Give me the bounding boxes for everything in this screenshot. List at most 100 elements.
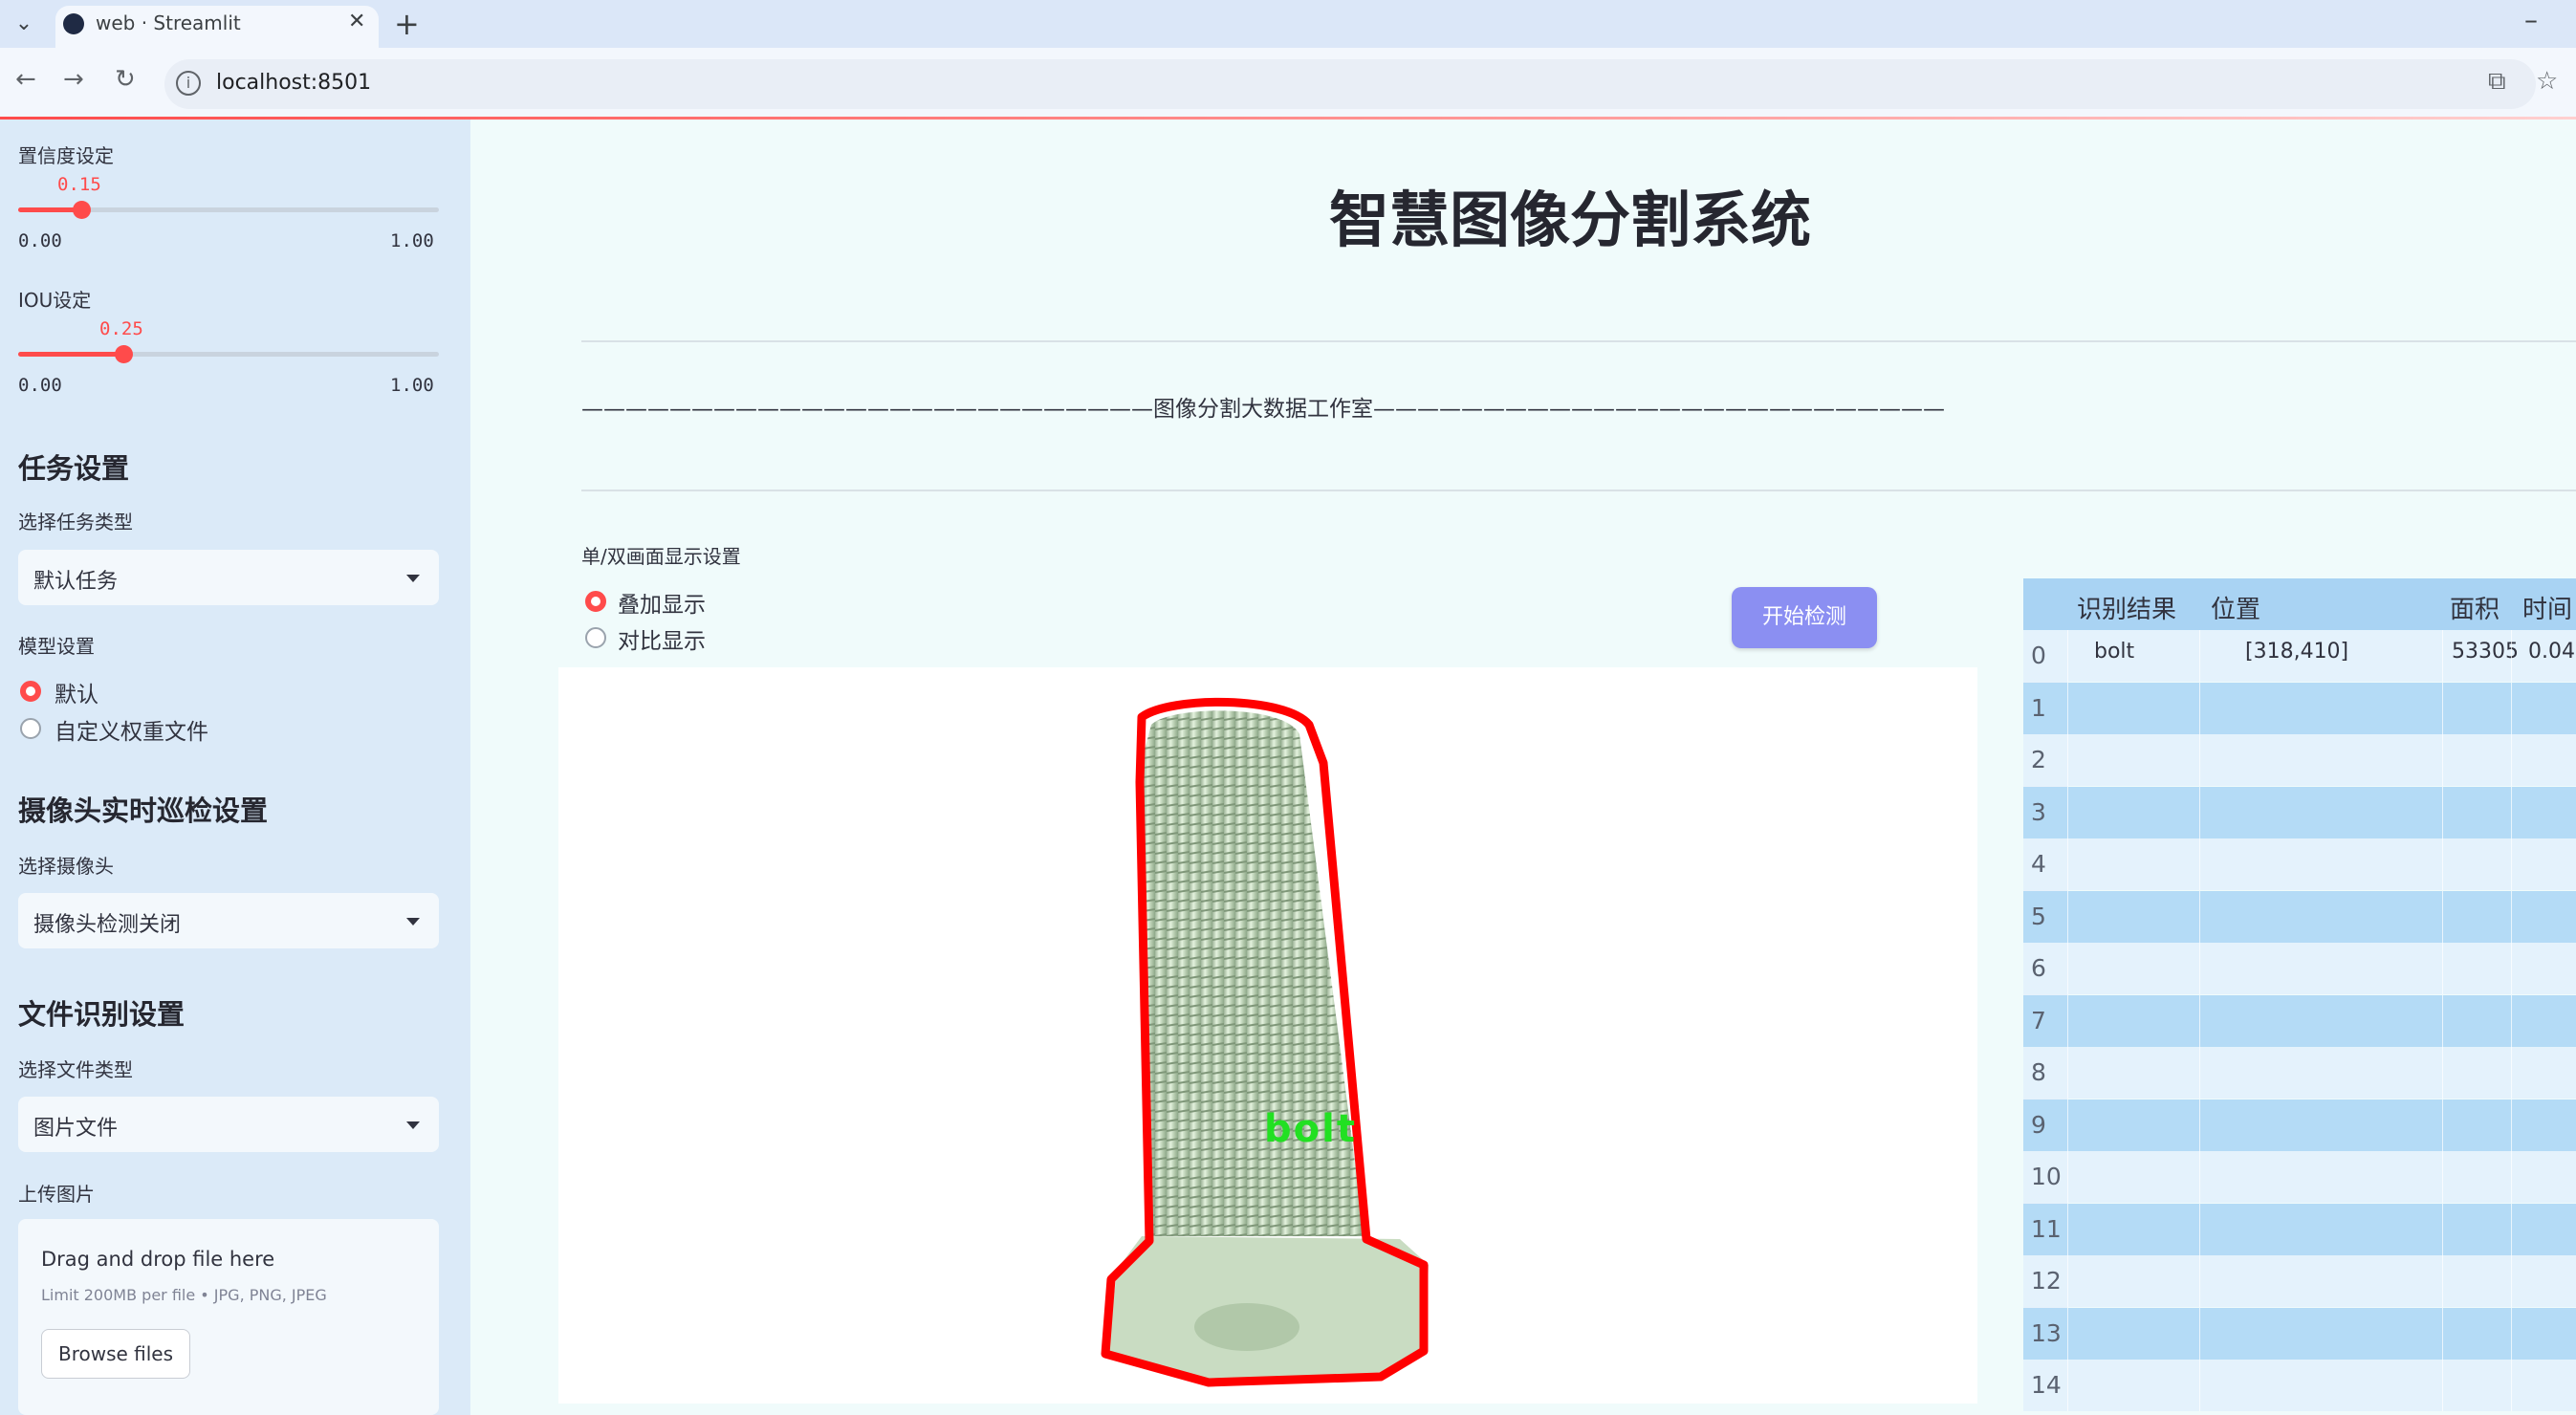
- table-row[interactable]: 11: [2023, 1203, 2576, 1255]
- column-divider: [2199, 786, 2200, 838]
- column-divider: [2442, 943, 2443, 994]
- table-row[interactable]: 14: [2023, 1360, 2576, 1411]
- back-arrow-icon[interactable]: ←: [15, 65, 36, 94]
- start-detection-button[interactable]: 开始检测: [1732, 587, 1877, 648]
- page-title: 智慧图像分割系统: [1329, 185, 1811, 255]
- model-default-label[interactable]: 默认: [55, 676, 98, 708]
- table-row[interactable]: 2: [2023, 734, 2576, 786]
- bookmark-star-icon[interactable]: ☆: [2536, 67, 2558, 96]
- column-divider: [2442, 994, 2443, 1047]
- table-row[interactable]: 3: [2023, 786, 2576, 838]
- column-divider: [2067, 943, 2068, 994]
- column-header-result[interactable]: 识别结果: [2077, 590, 2176, 625]
- table-row[interactable]: 9: [2023, 1099, 2576, 1151]
- cell-position: [318,410]: [2245, 640, 2349, 664]
- file-type-select[interactable]: 图片文件: [18, 1097, 439, 1152]
- table-header: 识别结果 位置 面积 时间: [2023, 578, 2576, 630]
- confidence-slider-thumb[interactable]: [73, 201, 91, 219]
- row-index: 9: [2031, 1110, 2046, 1139]
- table-row[interactable]: 5: [2023, 890, 2576, 943]
- row-index: 7: [2031, 1006, 2046, 1034]
- row-index: 5: [2031, 902, 2046, 930]
- file-settings-heading: 文件识别设置: [18, 998, 186, 1031]
- iou-slider-thumb[interactable]: [115, 345, 133, 363]
- column-divider: [2442, 734, 2443, 786]
- column-divider: [2199, 1255, 2200, 1307]
- file-type-label: 选择文件类型: [18, 1058, 133, 1081]
- minimize-window-icon[interactable]: –: [2524, 4, 2538, 35]
- column-divider: [2067, 1151, 2068, 1203]
- iou-label: IOU设定: [18, 289, 92, 312]
- chevron-down-icon: [406, 918, 420, 925]
- column-divider: [2199, 1047, 2200, 1099]
- column-divider: [2067, 682, 2068, 734]
- row-index: 11: [2031, 1214, 2062, 1243]
- cell-time: 0.04: [2528, 640, 2575, 664]
- column-header-time[interactable]: 时间: [2522, 590, 2572, 625]
- table-row[interactable]: 7: [2023, 994, 2576, 1047]
- row-index: 13: [2031, 1318, 2062, 1347]
- task-type-select[interactable]: 默认任务: [18, 550, 439, 605]
- new-tab-icon[interactable]: +: [394, 6, 420, 42]
- table-row[interactable]: 8: [2023, 1047, 2576, 1099]
- close-tab-icon[interactable]: ✕: [348, 10, 365, 33]
- display-mode-label: 单/双画面显示设置: [581, 545, 741, 568]
- column-header-position[interactable]: 位置: [2211, 590, 2260, 625]
- site-info-icon[interactable]: i: [176, 71, 201, 96]
- model-default-radio[interactable]: [20, 681, 41, 702]
- column-divider: [2199, 890, 2200, 943]
- overlay-display-label[interactable]: 叠加显示: [618, 586, 706, 619]
- dropzone-limit: Limit 200MB per file • JPG, PNG, JPEG: [41, 1286, 327, 1304]
- column-header-area[interactable]: 面积: [2450, 590, 2500, 625]
- table-row[interactable]: 4: [2023, 838, 2576, 890]
- confidence-slider[interactable]: [18, 201, 439, 219]
- compare-display-label[interactable]: 对比显示: [618, 622, 706, 655]
- camera-settings-heading: 摄像头实时巡检设置: [18, 795, 269, 827]
- row-index: 8: [2031, 1058, 2046, 1086]
- url-text[interactable]: localhost:8501: [216, 71, 371, 95]
- column-divider: [2067, 734, 2068, 786]
- iou-slider[interactable]: [18, 345, 439, 363]
- table-row[interactable]: 10: [2023, 1151, 2576, 1203]
- table-row[interactable]: 13: [2023, 1307, 2576, 1360]
- row-index: 6: [2031, 954, 2046, 982]
- table-row[interactable]: 1: [2023, 682, 2576, 734]
- column-divider: [2442, 1047, 2443, 1099]
- file-dropzone[interactable]: Drag and drop file here Limit 200MB per …: [18, 1219, 439, 1415]
- task-type-label: 选择任务类型: [18, 511, 133, 533]
- model-custom-label[interactable]: 自定义权重文件: [55, 713, 208, 746]
- iou-slider-fill: [18, 352, 123, 357]
- cell-area: 53305: [2452, 640, 2519, 664]
- divider: [581, 490, 2576, 491]
- forward-arrow-icon[interactable]: →: [63, 65, 84, 94]
- column-divider: [2511, 890, 2512, 943]
- table-row[interactable]: 0 bolt [318,410] 53305 0.04: [2023, 630, 2576, 682]
- row-index: 1: [2031, 693, 2046, 722]
- column-divider: [2199, 1360, 2200, 1411]
- row-index: 12: [2031, 1267, 2062, 1295]
- reload-icon[interactable]: ↻: [115, 65, 136, 94]
- table-row[interactable]: 6: [2023, 943, 2576, 994]
- column-divider: [2511, 1360, 2512, 1411]
- overlay-display-radio[interactable]: [585, 591, 606, 612]
- tab-search-chevron-icon[interactable]: ⌄: [10, 8, 38, 40]
- compare-display-radio[interactable]: [585, 627, 606, 648]
- dropzone-title: Drag and drop file here: [41, 1248, 275, 1271]
- model-custom-radio[interactable]: [20, 718, 41, 739]
- translate-icon[interactable]: ⧉: [2488, 67, 2506, 97]
- browse-files-button[interactable]: Browse files: [41, 1329, 190, 1379]
- model-settings-label: 模型设置: [18, 635, 95, 658]
- row-index: 4: [2031, 850, 2046, 878]
- address-bar[interactable]: [164, 59, 2536, 109]
- chevron-down-icon: [406, 1121, 420, 1129]
- column-divider: [2511, 1203, 2512, 1255]
- table-row[interactable]: 12: [2023, 1255, 2576, 1307]
- task-settings-heading: 任务设置: [18, 452, 130, 485]
- column-divider: [2511, 1307, 2512, 1360]
- column-divider: [2511, 943, 2512, 994]
- camera-select[interactable]: 摄像头检测关闭: [18, 893, 439, 948]
- camera-select-label: 选择摄像头: [18, 855, 114, 878]
- cell-result: bolt: [2094, 640, 2135, 664]
- column-divider: [2511, 994, 2512, 1047]
- streamlit-favicon-icon: [63, 13, 84, 34]
